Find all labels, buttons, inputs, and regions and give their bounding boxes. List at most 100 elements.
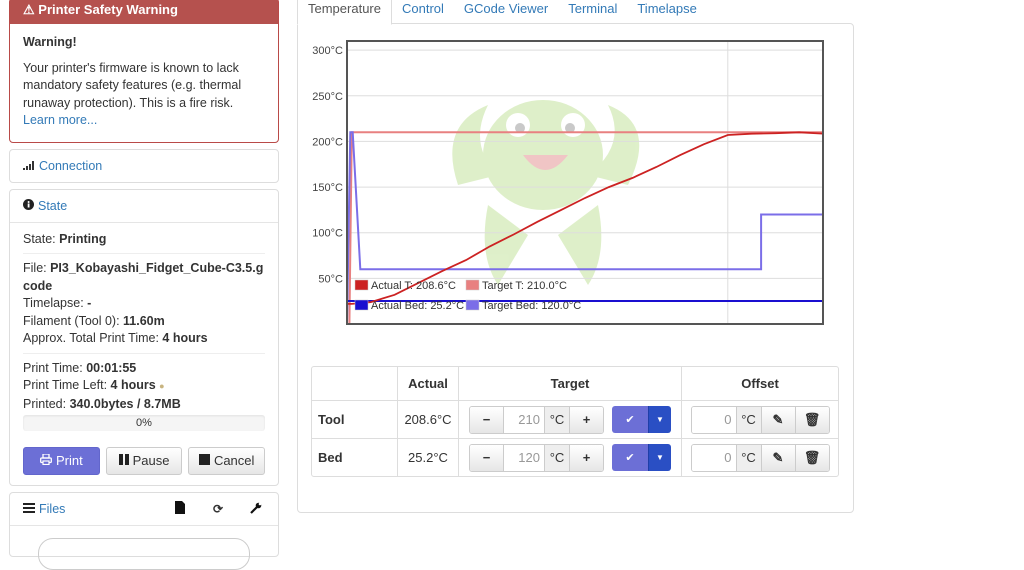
unit-label: °C: [736, 444, 762, 471]
connection-toggle[interactable]: Connection: [39, 159, 102, 173]
trash-icon: 🗑: [803, 411, 821, 427]
warning-icon: ⚠: [23, 2, 35, 17]
legend-label: Actual Bed: 25.2°C: [371, 300, 464, 312]
legend-label: Actual T: 208.6°C: [371, 280, 456, 292]
time-left-row: Print Time Left: 4 hours ●: [23, 378, 165, 392]
refresh-icon[interactable]: ⟳: [209, 502, 227, 516]
y-tick-label: 200°C: [312, 136, 343, 148]
table-row: Tool 208.6°C −210 °C + ✔ ▼ 0 °C ✎ 🗑: [312, 401, 838, 439]
temperature-table: Actual Target Offset Tool 208.6°C −210 °C + ✔…: [311, 366, 839, 477]
info-icon: [23, 198, 34, 214]
pencil-icon: ✎: [772, 411, 784, 427]
increase-target-button[interactable]: +: [570, 406, 603, 433]
actual-temp: 25.2°C: [398, 439, 459, 476]
approx-time-row: Approx. Total Print Time: 4 hours: [23, 331, 208, 345]
y-tick-label: 50°C: [318, 273, 343, 285]
heater-name: Tool: [312, 401, 398, 439]
progress-bar: 0%: [23, 415, 265, 431]
unit-label: °C: [545, 444, 570, 471]
set-target-button[interactable]: ✔: [612, 444, 648, 471]
main-tabs: Temperature Control GCode Viewer Termina…: [297, 0, 707, 25]
temperature-chart: 50°C 100°C 150°C 200°C 250°C 300°C Actual T: …: [298, 35, 838, 335]
target-dropdown-button[interactable]: ▼: [648, 406, 671, 433]
safety-warning-panel: ⚠ Printer Safety Warning Warning! Your p…: [9, 0, 279, 143]
watermark-logo: [452, 100, 640, 285]
target-temp-input[interactable]: 120: [504, 444, 545, 471]
caret-down-icon: ▼: [656, 415, 664, 424]
progress-text: 0%: [136, 417, 152, 429]
set-target-button[interactable]: ✔: [612, 406, 648, 433]
safety-warning-title: Printer Safety Warning: [38, 2, 178, 17]
table-row: Bed 25.2°C −120 °C + ✔ ▼ 0 °C ✎ 🗑: [312, 439, 838, 476]
delete-offset-button[interactable]: 🗑: [795, 444, 829, 471]
legend-label: Target Bed: 120.0°C: [482, 300, 581, 312]
temperature-chart-svg: 50°C 100°C 150°C 200°C 250°C 300°C Actual T: …: [312, 40, 824, 325]
state-row: State: Printing: [23, 231, 107, 246]
timelapse-row: Timelapse: -: [23, 296, 92, 310]
filament-row: Filament (Tool 0): 11.60m: [23, 313, 165, 328]
y-tick-label: 250°C: [312, 91, 343, 103]
target-temp-input[interactable]: 210: [504, 406, 545, 433]
check-icon: ✔: [625, 452, 635, 464]
actual-temp: 208.6°C: [398, 401, 459, 439]
increase-target-button[interactable]: +: [570, 444, 603, 471]
tab-terminal[interactable]: Terminal: [558, 0, 627, 24]
state-panel: State State: Printing File: PI3_Kobayash…: [9, 188, 279, 486]
unit-label: °C: [545, 406, 570, 433]
tab-gcode-viewer[interactable]: GCode Viewer: [454, 0, 558, 24]
printer-icon: [40, 452, 52, 470]
pause-icon: [118, 452, 129, 470]
decrease-target-button[interactable]: −: [470, 444, 504, 471]
pause-button[interactable]: Pause: [105, 447, 183, 475]
file-search-input[interactable]: [38, 538, 250, 570]
heater-name: Bed: [312, 439, 398, 476]
y-tick-label: 150°C: [312, 182, 343, 194]
files-panel: Files ⟳: [9, 492, 279, 570]
legend-swatch: [354, 279, 369, 291]
offset-input[interactable]: 0: [691, 444, 737, 471]
legend-swatch: [465, 299, 480, 311]
pencil-icon: ✎: [772, 449, 784, 465]
table-header-row: Actual Target Offset: [312, 367, 838, 401]
connection-panel: Connection: [9, 148, 279, 183]
stop-icon: [198, 452, 210, 470]
file-icon[interactable]: [171, 501, 189, 517]
header-offset: Offset: [682, 367, 838, 401]
warning-text: Your printer's firmware is known to lack…: [23, 60, 242, 110]
legend-label: Target T: 210.0°C: [482, 280, 567, 292]
tab-timelapse[interactable]: Timelapse: [627, 0, 706, 24]
delete-offset-button[interactable]: 🗑: [795, 406, 829, 433]
sidebar: ⚠ Printer Safety Warning Warning! Your p…: [9, 0, 279, 570]
warning-heading: Warning!: [23, 35, 77, 49]
target-dropdown-button[interactable]: ▼: [648, 444, 671, 471]
check-icon: ✔: [625, 414, 635, 426]
legend-swatch: [354, 299, 369, 311]
tab-control[interactable]: Control: [392, 0, 454, 24]
print-button[interactable]: Print: [23, 447, 100, 475]
offset-input[interactable]: 0: [691, 406, 737, 433]
wrench-icon[interactable]: [247, 502, 265, 517]
signal-icon: [23, 158, 35, 174]
edit-offset-button[interactable]: ✎: [761, 444, 796, 471]
list-icon: [23, 502, 35, 516]
estimate-dot-icon: ●: [159, 381, 165, 391]
state-toggle[interactable]: State: [38, 199, 67, 213]
trash-icon: 🗑: [803, 449, 821, 465]
edit-offset-button[interactable]: ✎: [761, 406, 796, 433]
header-actual: Actual: [398, 367, 459, 401]
legend-swatch: [465, 279, 480, 291]
files-toggle[interactable]: Files: [39, 502, 65, 516]
cancel-button[interactable]: Cancel: [188, 447, 266, 475]
safety-warning-header: ⚠ Printer Safety Warning: [10, 0, 278, 24]
print-time-row: Print Time: 00:01:55: [23, 360, 137, 375]
caret-down-icon: ▼: [656, 453, 664, 462]
tab-temperature[interactable]: Temperature: [297, 0, 392, 25]
decrease-target-button[interactable]: −: [470, 406, 504, 433]
y-tick-label: 100°C: [312, 228, 343, 240]
header-target: Target: [459, 367, 682, 401]
learn-more-link[interactable]: Learn more...: [23, 113, 97, 127]
file-row: File: PI3_Kobayashi_Fidget_Cube-C3.5.gco…: [23, 261, 264, 293]
printed-row: Printed: 340.0bytes / 8.7MB: [23, 396, 181, 411]
y-tick-label: 300°C: [312, 45, 343, 57]
unit-label: °C: [736, 406, 762, 433]
